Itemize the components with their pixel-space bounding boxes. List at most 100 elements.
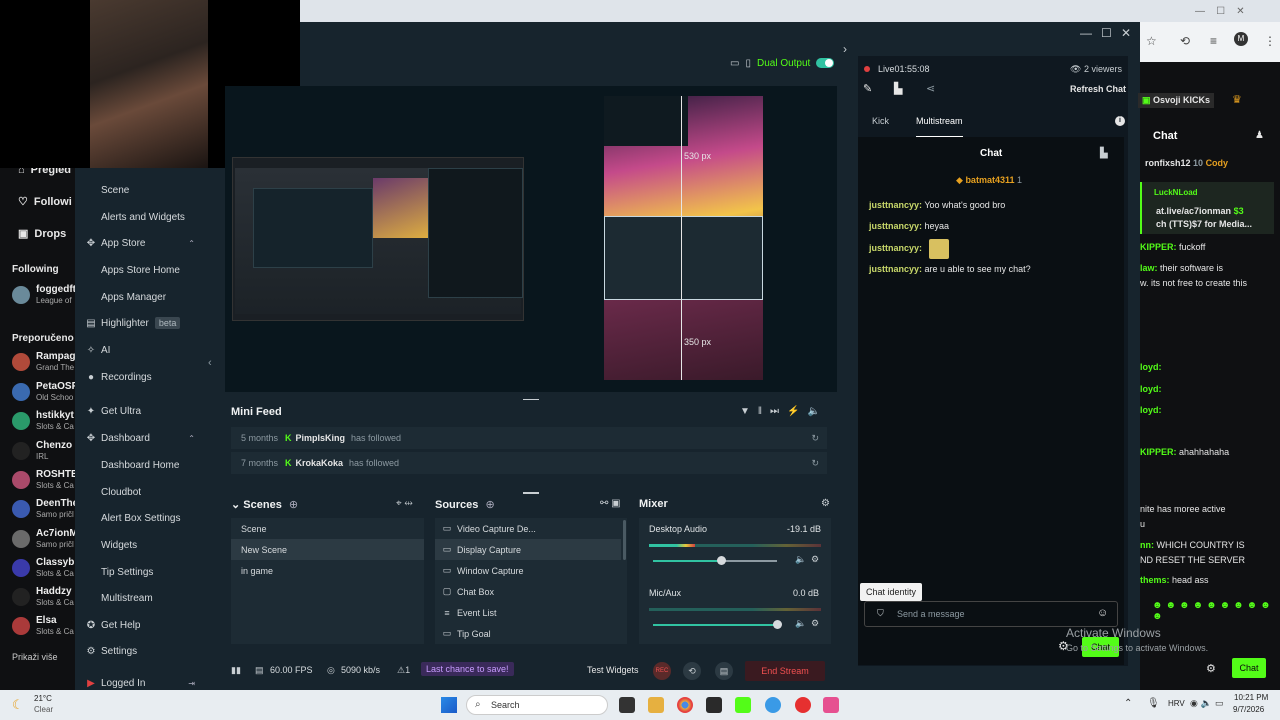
nav-following[interactable]: ♡ Followi [18,195,72,208]
add-source-icon[interactable]: ⊕ [485,499,494,511]
language-indicator[interactable]: HRV [1168,699,1185,708]
kick-user-item[interactable]: Chenzo IRL [8,440,78,464]
tray-chevron-icon[interactable]: ⌃ [1124,698,1132,709]
menu-item-apps-store-home[interactable]: Apps Store Home [75,257,203,283]
opera-icon[interactable] [795,697,811,713]
clock-time[interactable]: 10:21 PM [1234,693,1268,702]
rec-button[interactable]: REC [653,662,671,680]
kick-user-item[interactable]: Ac7ionM Samo pričl [8,528,78,552]
menu-item-dashboard[interactable]: ✥ Dashboard ⌃ [75,425,203,451]
source-item[interactable]: ▭ Video Capture De... [435,518,621,539]
end-stream-button[interactable]: End Stream [745,661,825,681]
horizontal-preview[interactable] [232,157,524,321]
kicks-button[interactable]: ▣ Osvoji KICKs [1138,93,1215,108]
kick-user-item[interactable]: Elsa Slots & Ca [8,615,78,639]
refresh-chat-button[interactable]: Refresh Chat [1070,84,1126,94]
emote-bar[interactable]: ☻☻☻☻☻☻☻☻☻☻ [1152,600,1280,622]
source-folder-icon[interactable]: ⚯ ▣ [600,498,621,509]
chevron-up-icon[interactable]: ⌃ [188,434,195,443]
chevron-up-icon[interactable]: ⌃ [188,239,195,248]
menu-item-settings[interactable]: ⚙ Settings [75,638,203,664]
kick-user-item[interactable]: hstikkyt Slots & Ca [8,410,78,434]
history-icon[interactable]: ⟲ [1180,34,1190,48]
volume-knob[interactable] [773,620,782,629]
task-view-icon[interactable] [619,697,635,713]
volume-knob[interactable] [717,556,727,565]
minimize-button[interactable]: — [1080,26,1092,40]
file-explorer-icon[interactable] [648,697,664,713]
menu-item-recordings[interactable]: ● Recordings [75,364,203,390]
speaker-icon[interactable]: 🔈 [795,618,806,629]
menu-item-get-help[interactable]: ✪ Get Help [75,612,203,638]
menu-item-multistream[interactable]: Multistream [75,585,203,611]
test-widgets-label[interactable]: Test Widgets [587,665,639,675]
menu-item-highlighter[interactable]: ▤ Highlighter beta [75,310,203,336]
maximize-button[interactable]: ☐ [1101,26,1112,40]
share-icon[interactable]: ⋖ [926,82,935,95]
kick-chat-settings-icon[interactable]: ⚙ [1206,662,1216,675]
speaker-icon[interactable]: 🔈 [795,554,806,565]
start-icon[interactable] [441,697,457,713]
scene-item[interactable]: in game [231,560,424,581]
info-icon[interactable]: i [1115,116,1125,126]
kick-app-icon[interactable] [735,697,751,713]
app-icon[interactable] [706,697,722,713]
show-more-link[interactable]: Prikaži više [12,652,58,662]
browser-icon[interactable] [765,697,781,713]
kick-user-item[interactable]: PetaOSR Old Schoo [8,381,79,405]
kick-user-item[interactable]: ROSHTE Slots & Ca [8,469,78,493]
browser-menu-icon[interactable]: ⋮ [1264,34,1276,48]
film-icon[interactable]: ▙ [894,82,902,95]
source-item[interactable]: ▭ Window Capture [435,560,621,581]
schedule-button[interactable]: ▤ [715,662,733,680]
kick-user-item[interactable]: DeenThe Samo pričl [8,498,78,522]
shield-icon[interactable]: ⛉ [877,608,884,619]
add-scene-icon[interactable]: ⊕ [289,499,298,511]
source-item[interactable]: ▭ Tip Goal [435,623,621,644]
scene-item[interactable]: Scene [231,518,424,539]
menu-item-alerts-and-widgets[interactable]: Alerts and Widgets [75,204,203,230]
menu-item-get-ultra[interactable]: ✦ Get Ultra [75,398,203,424]
kick-chat-button[interactable]: Chat [1232,658,1266,678]
tray-icons[interactable]: ◉🔈▭ [1190,698,1227,709]
weather-icon[interactable]: ☾ [12,697,24,713]
nav-drops[interactable]: ▣ Drops [18,227,66,240]
feed-controls[interactable]: ▼‖⏭⚡🔈 [740,406,828,417]
dual-output-toggle[interactable]: ▭ ▯ Dual Output [730,56,840,70]
collapse-chat-icon[interactable]: › [843,42,847,56]
reading-list-icon[interactable]: ≡ [1210,34,1217,48]
stats-icon[interactable]: ▮▮ [231,665,241,676]
scene-item[interactable]: New Scene [231,539,424,560]
menu-item-scene[interactable]: Scene [75,177,203,203]
mixer-settings-icon[interactable]: ⚙ [821,498,830,509]
chat-popout-icon[interactable]: ▙ [1100,148,1108,159]
mic-icon[interactable]: 🎙 [1147,698,1160,709]
kick-user-item[interactable]: Classyb Slots & Ca [8,557,78,581]
source-scrollbar[interactable] [623,520,626,560]
menu-item-alert-box-settings[interactable]: Alert Box Settings [75,505,203,531]
source-item[interactable]: ≡ Event List [435,602,621,623]
search-box[interactable]: ⌕ Search [466,695,608,715]
menu-item-app-store[interactable]: ✥ App Store ⌃ [75,230,203,256]
kick-user-item[interactable]: Rampag Grand The [8,351,78,375]
collapse-menu-icon[interactable]: ‹ [208,357,212,369]
profile-avatar[interactable]: M [1234,32,1248,46]
source-item[interactable]: ▭ Display Capture [435,539,621,560]
replay-buffer-button[interactable]: ⟲ [683,662,701,680]
dual-output-switch[interactable] [816,58,835,68]
tab-kick[interactable]: Kick [872,116,889,126]
source-item[interactable]: ▢ Chat Box [435,581,621,602]
close-button[interactable]: ✕ [1121,26,1131,40]
scene-tools-icon[interactable]: ⌖ ⇹ [396,498,413,509]
kick-user-item[interactable]: foggedft League of [8,284,78,308]
menu-item-ai[interactable]: ✧ AI [75,337,203,363]
streamlabs-icon[interactable] [823,697,839,713]
alert-icon[interactable]: ⚠1 [397,665,410,676]
browser-window-controls[interactable]: — ☐ ✕ [1195,6,1245,17]
clock-date[interactable]: 9/7/2026 [1233,705,1264,714]
last-chance-banner[interactable]: Last chance to save! [421,662,514,676]
menu-item-dashboard-home[interactable]: Dashboard Home [75,452,203,478]
logout-icon[interactable]: ⇥ [188,679,195,688]
menu-item-cloudbot[interactable]: Cloudbot [75,479,203,505]
gear-icon[interactable]: ⚙ [811,618,819,629]
